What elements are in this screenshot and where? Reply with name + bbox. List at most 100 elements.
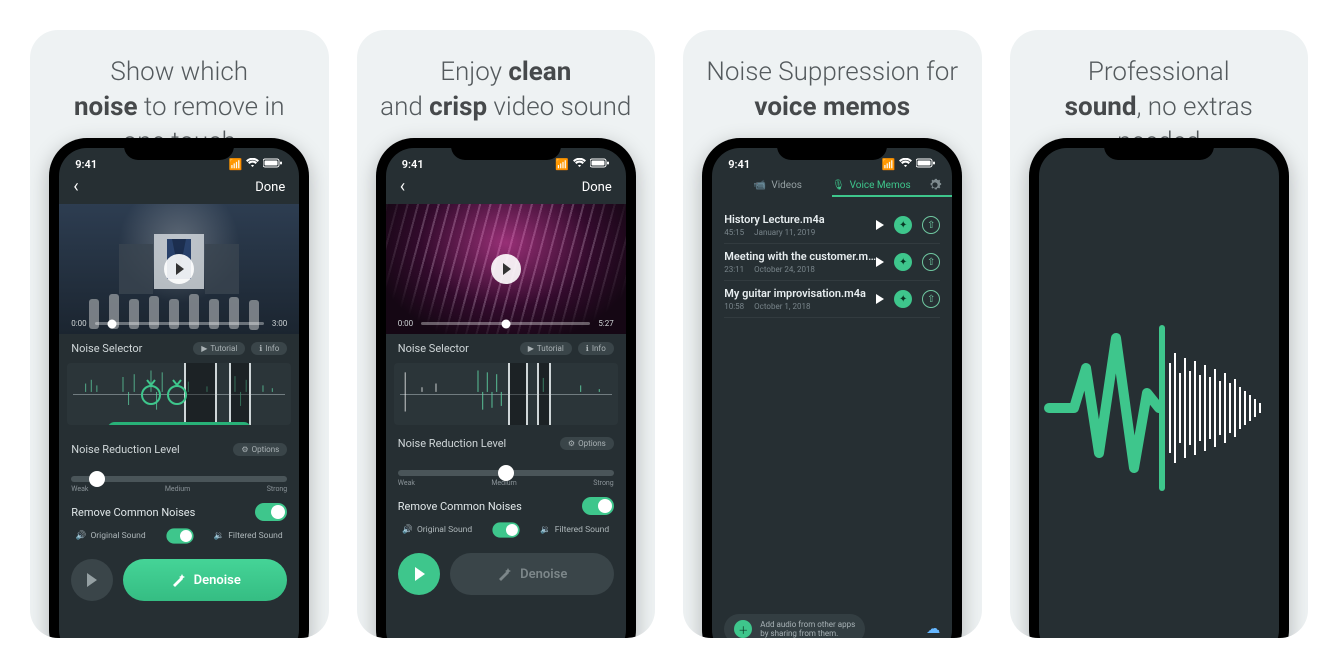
common-noises-toggle[interactable] [255, 503, 287, 521]
file-date: October 24, 2018 [754, 265, 815, 274]
nav-bar: ‹ Done [59, 174, 299, 204]
signal-icon: 📶 [555, 158, 569, 171]
sound-mode-toggle[interactable] [166, 528, 193, 543]
settings-button[interactable] [928, 178, 942, 195]
app-logo-splash [1039, 148, 1279, 638]
headline-2: Enjoy clean and crisp video sound [379, 55, 634, 125]
screenshot-panel-4: Professional sound, no extras needed [1010, 30, 1309, 638]
filtered-sound-label: 🔉 Filtered Sound [214, 531, 283, 541]
file-date: January 11, 2019 [754, 228, 815, 237]
info-button[interactable]: ℹ Info [578, 342, 614, 355]
tutorial-button[interactable]: ▶ Tutorial [520, 342, 572, 355]
filtered-sound-label: 🔉 Filtered Sound [540, 525, 609, 535]
video-preview[interactable]: 0:00 5:27 [386, 204, 626, 334]
reduction-level-label: Noise Reduction Level [398, 437, 506, 450]
original-sound-label: 🔊 Original Sound [402, 525, 472, 535]
play-icon[interactable] [164, 254, 194, 284]
notch [124, 138, 234, 160]
signal-icon: 📶 [229, 158, 243, 171]
list-item[interactable]: My guitar improvisation.m4a 10:58 Octobe… [724, 281, 940, 318]
reduction-slider[interactable] [71, 476, 287, 482]
file-title: My guitar improvisation.m4a [724, 287, 876, 300]
pinch-hint: Pinch-Zoom – to zooming in or out [108, 422, 251, 425]
battery-icon [590, 158, 610, 171]
reduction-slider[interactable] [398, 470, 614, 476]
noise-selector-label: Noise Selector [71, 342, 142, 355]
denoise-icon[interactable]: ✦ [894, 216, 912, 234]
magic-wand-icon [170, 572, 186, 588]
share-icon[interactable]: ⇧ [922, 216, 940, 234]
info-button[interactable]: ℹ Info [251, 342, 287, 355]
notch [777, 138, 887, 160]
scrubber[interactable] [95, 322, 264, 325]
noise-selector-label: Noise Selector [398, 342, 469, 355]
screenshot-panel-1: Show which noise to remove in one touch … [30, 30, 329, 638]
status-time: 9:41 [728, 158, 750, 171]
time-start: 0:00 [71, 319, 86, 328]
time-end: 3:00 [272, 319, 287, 328]
import-tip[interactable]: ＋ Add audio from other apps by sharing f… [724, 614, 865, 638]
status-time: 9:41 [402, 158, 424, 171]
play-icon[interactable] [876, 220, 884, 230]
phone-mock-2: 9:41 📶 ‹ Done [376, 138, 636, 638]
wifi-icon [899, 158, 912, 171]
file-duration: 23:11 [724, 265, 744, 274]
preview-play-button[interactable] [71, 559, 113, 601]
file-list: History Lecture.m4a 45:15 January 11, 20… [712, 207, 952, 318]
list-item[interactable]: Meeting with the customer.m4a 23:11 Octo… [724, 244, 940, 281]
nav-bar: ‹ Done [386, 174, 626, 204]
waveform-selector[interactable] [394, 363, 618, 425]
phone-mock-3: 9:41 📶 📹 Videos 🎙 [702, 138, 962, 638]
tip-bar: ＋ Add audio from other apps by sharing f… [724, 614, 940, 638]
done-button[interactable]: Done [582, 180, 612, 195]
tab-underline [832, 195, 952, 197]
share-icon[interactable]: ⇧ [922, 290, 940, 308]
back-button[interactable]: ‹ [73, 178, 78, 196]
tab-videos[interactable]: 📹 Videos [754, 180, 802, 191]
share-icon[interactable]: ⇧ [922, 253, 940, 271]
denoise-icon[interactable]: ✦ [894, 253, 912, 271]
file-title: Meeting with the customer.m4a [724, 250, 876, 263]
denoise-button[interactable]: Denoise [123, 559, 287, 601]
done-button[interactable]: Done [255, 180, 285, 195]
original-sound-label: 🔊 Original Sound [76, 531, 146, 541]
video-preview[interactable]: 0:00 3:00 [59, 204, 299, 334]
reduction-level-label: Noise Reduction Level [71, 443, 179, 456]
scrubber[interactable] [421, 322, 590, 325]
pinch-gesture-icon [139, 375, 189, 415]
add-audio-icon: ＋ [734, 620, 752, 638]
options-button[interactable]: ⚙ Options [560, 437, 614, 450]
wifi-icon [246, 158, 259, 171]
denoise-button-disabled: Denoise [450, 553, 614, 595]
sound-mode-toggle[interactable] [493, 522, 520, 537]
file-title: History Lecture.m4a [724, 213, 876, 226]
tutorial-button[interactable]: ▶ Tutorial [193, 342, 245, 355]
waveform-selector[interactable]: Pinch-Zoom – to zooming in or out [67, 363, 291, 425]
app-store-screenshot-gallery: Show which noise to remove in one touch … [30, 30, 1308, 638]
tab-voice-memos[interactable]: 🎙 Voice Memos [832, 180, 911, 191]
notch [451, 138, 561, 160]
battery-icon [916, 158, 936, 171]
headline-3: Noise Suppression for voice memos [705, 55, 960, 125]
play-icon[interactable] [876, 257, 884, 267]
screenshot-panel-3: Noise Suppression for voice memos 9:41 📶 [683, 30, 982, 638]
tab-bar: 📹 Videos 🎙 Voice Memos [712, 174, 952, 191]
battery-icon [263, 158, 283, 171]
play-icon[interactable] [491, 254, 521, 284]
options-button[interactable]: ⚙ Options [233, 443, 287, 456]
file-duration: 10:58 [724, 302, 744, 311]
file-date: October 1, 2018 [754, 302, 810, 311]
common-noises-label: Remove Common Noises [71, 506, 195, 519]
back-button[interactable]: ‹ [400, 178, 405, 196]
cloud-icon[interactable]: ☁ [926, 621, 940, 637]
list-item[interactable]: History Lecture.m4a 45:15 January 11, 20… [724, 207, 940, 244]
play-icon[interactable] [876, 294, 884, 304]
denoise-icon[interactable]: ✦ [894, 290, 912, 308]
gear-icon [928, 178, 942, 192]
common-noises-label: Remove Common Noises [398, 500, 522, 513]
file-duration: 45:15 [724, 228, 744, 237]
video-icon: 📹 [754, 180, 766, 191]
mic-icon: 🎙 [832, 180, 845, 191]
common-noises-toggle[interactable] [582, 497, 614, 515]
preview-play-button[interactable] [398, 553, 440, 595]
